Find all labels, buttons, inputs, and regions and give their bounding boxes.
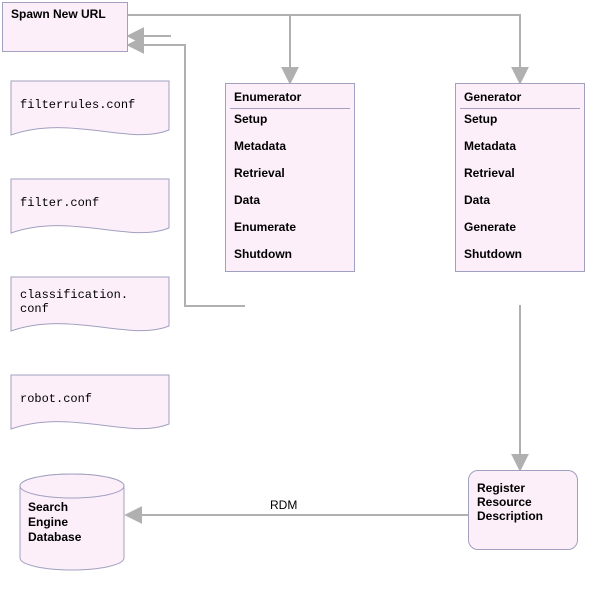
register-line: Register [469,471,577,495]
generator-title: Generator [456,84,584,108]
enumerator-item: Retrieval [226,163,354,190]
db-line: Engine [28,515,68,529]
doc-classification: classification. conf [10,276,170,341]
register-box: Register Resource Description [468,470,578,550]
doc-robot: robot.conf [10,374,170,439]
spawn-title: Spawn New URL [3,3,127,25]
db-label: Search Engine Database [28,500,116,545]
db-line: Database [28,530,81,544]
generator-item: Shutdown [456,244,584,271]
register-line: Description [469,509,577,527]
spawn-new-url-box: Spawn New URL [2,2,128,52]
enumerator-item: Data [226,190,354,217]
doc-filter: filter.conf [10,178,170,243]
enumerator-item: Setup [226,109,354,136]
db-line: Search [28,500,68,514]
generator-item: Metadata [456,136,584,163]
edge-label-rdm: RDM [270,498,297,512]
doc-label: filter.conf [20,196,160,210]
generator-item: Generate [456,217,584,244]
generator-item: Data [456,190,584,217]
enumerator-title: Enumerator [226,84,354,108]
doc-label: filterrules.conf [20,98,160,112]
diagram-canvas: Spawn New URL Enumerator Setup Metadata … [0,0,591,590]
enumerator-box: Enumerator Setup Metadata Retrieval Data… [225,83,355,272]
register-line: Resource [469,495,577,509]
generator-item: Retrieval [456,163,584,190]
doc-label: classification. conf [20,288,160,316]
generator-box: Generator Setup Metadata Retrieval Data … [455,83,585,272]
enumerator-item: Metadata [226,136,354,163]
doc-filterrules: filterrules.conf [10,80,170,145]
enumerator-item: Shutdown [226,244,354,271]
generator-item: Setup [456,109,584,136]
database-cylinder: Search Engine Database [18,472,126,572]
enumerator-item: Enumerate [226,217,354,244]
doc-label: robot.conf [20,392,160,406]
